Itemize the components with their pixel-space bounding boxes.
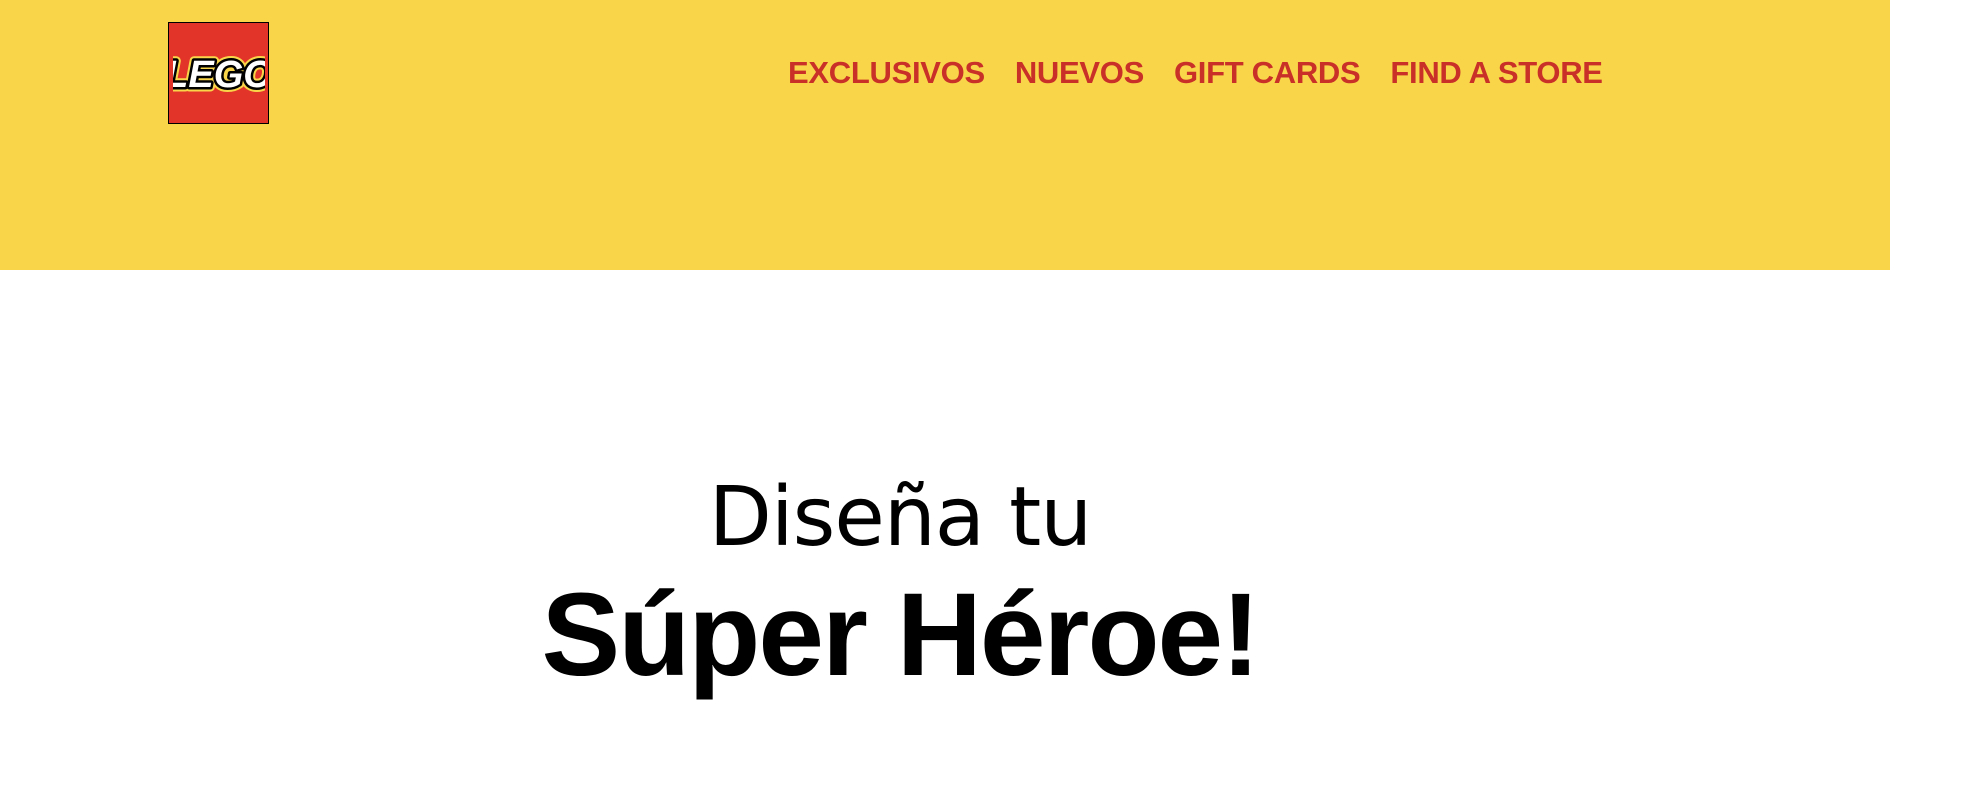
nav-item-exclusivos[interactable]: EXCLUSIVOS xyxy=(788,52,985,94)
lego-logo-icon: LEGO LEGO LEGO xyxy=(173,50,265,101)
site-header: LEGO LEGO LEGO EXCLUSIVOS NUEVOS GIFT CA… xyxy=(0,0,1890,270)
hero-subtitle: Diseña tu xyxy=(708,470,1093,565)
lego-logo[interactable]: LEGO LEGO LEGO xyxy=(168,22,269,124)
nav-item-find-a-store[interactable]: FIND A STORE xyxy=(1390,52,1603,94)
nav-item-nuevos[interactable]: NUEVOS xyxy=(1015,52,1144,94)
main-nav: EXCLUSIVOS NUEVOS GIFT CARDS FIND A STOR… xyxy=(788,52,1603,94)
nav-item-gift-cards[interactable]: GIFT CARDS xyxy=(1174,52,1361,94)
logo-text: LEGO xyxy=(173,54,265,96)
hero-title: Súper Héroe! xyxy=(541,569,1261,701)
